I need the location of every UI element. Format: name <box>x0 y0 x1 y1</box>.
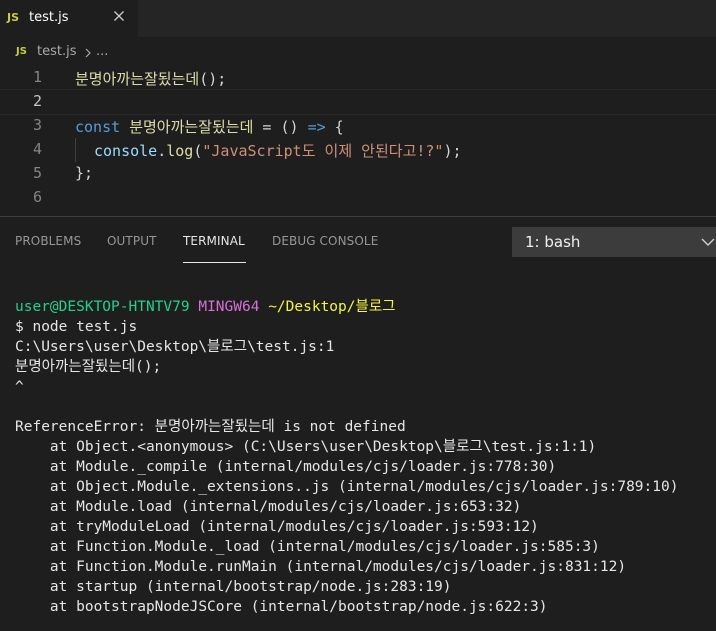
code-text: }; <box>75 164 94 182</box>
close-icon[interactable] <box>111 8 127 24</box>
terminal-line: 분명아까는잘됬는데(); <box>15 359 162 375</box>
terminal-select-value: 1: bash <box>525 233 581 251</box>
terminal-select[interactable]: 1: bash <box>512 227 716 257</box>
tab-problems[interactable]: PROBLEMS <box>15 234 81 248</box>
line-number: 2 <box>32 92 42 110</box>
active-tab-indicator <box>183 262 246 263</box>
breadcrumb-file[interactable]: test.js <box>37 44 76 59</box>
indent-guide <box>75 138 76 162</box>
terminal-output[interactable]: user@DESKTOP-HTNTV79 MINGW64 ~/Desktop/블… <box>15 297 678 617</box>
terminal-line: at Object.<anonymous> (C:\Users\user\Des… <box>15 439 597 455</box>
code-line: 6 <box>0 186 716 210</box>
terminal-line: at Object.Module._extensions..js (intern… <box>15 479 679 495</box>
code-line: 3 const 분명아까는잘됬는데 = () => { <box>0 114 716 138</box>
editor-tab-strip: JS test.js <box>0 0 716 37</box>
terminal-line: at tryModuleLoad (internal/modules/cjs/l… <box>15 519 539 535</box>
code-line-active: 2 <box>0 89 716 115</box>
code-line: 5 }; <box>0 162 716 186</box>
terminal-line: at Function.Module.runMain (internal/mod… <box>15 559 627 575</box>
chevron-right-icon <box>85 48 91 58</box>
code-line: 1 분명아까는잘됬는데(); <box>0 66 716 90</box>
code-text: 분명아까는잘됬는데(); <box>75 70 227 88</box>
tab-debug-console[interactable]: DEBUG CONSOLE <box>272 234 378 248</box>
terminal-line: at startup (internal/bootstrap/node.js:2… <box>15 579 452 595</box>
line-number: 3 <box>32 116 42 134</box>
bottom-panel: PROBLEMS OUTPUT TERMINAL DEBUG CONSOLE 1… <box>0 216 716 631</box>
terminal-line: at Function.Module._load (internal/modul… <box>15 539 600 555</box>
tab-label: test.js <box>29 10 69 25</box>
line-number: 4 <box>32 140 42 158</box>
terminal-command: $ node test.js <box>15 319 138 335</box>
javascript-file-icon: JS <box>7 11 20 24</box>
breadcrumb-symbols[interactable]: ... <box>96 44 108 59</box>
javascript-file-icon: JS <box>16 46 27 57</box>
terminal-line: ^ <box>15 379 24 395</box>
chevron-down-icon <box>701 238 715 246</box>
terminal-line: C:\Users\user\Desktop\블로그\test.js:1 <box>15 339 335 355</box>
line-number: 5 <box>32 164 42 182</box>
tab-test-js[interactable]: JS test.js <box>0 0 138 37</box>
terminal-prompt: user@DESKTOP-HTNTV79 MINGW64 ~/Desktop/블… <box>15 299 396 315</box>
line-number: 1 <box>32 68 42 86</box>
code-line: 4 console.log("JavaScript도 이제 안된다고!?"); <box>0 138 716 162</box>
terminal-line: at Module.load (internal/modules/cjs/loa… <box>15 499 522 515</box>
code-editor[interactable]: 1 분명아까는잘됬는데(); 2 3 const 분명아까는잘됬는데 = () … <box>0 66 716 216</box>
line-number: 6 <box>32 188 42 206</box>
terminal-line: at bootstrapNodeJSCore (internal/bootstr… <box>15 599 548 615</box>
tab-output[interactable]: OUTPUT <box>107 234 157 248</box>
terminal-line: at Module._compile (internal/modules/cjs… <box>15 459 557 475</box>
breadcrumb: JS test.js ... <box>0 38 716 66</box>
tab-terminal[interactable]: TERMINAL <box>183 234 245 248</box>
code-text: console.log("JavaScript도 이제 안된다고!?"); <box>94 142 462 160</box>
terminal-line: ReferenceError: 분명아까는잘됬는데 is not defined <box>15 419 406 435</box>
code-text: const 분명아까는잘됬는데 = () => { <box>75 118 344 136</box>
